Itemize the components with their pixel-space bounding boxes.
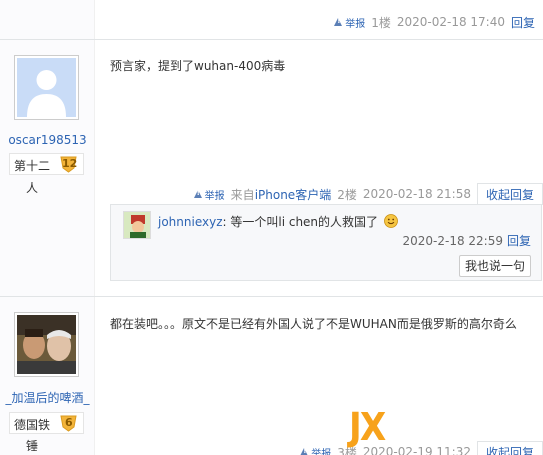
rank-title-overflow: 人 [26, 181, 39, 195]
add-comment-button[interactable]: 我也说一句 [459, 255, 531, 277]
collapse-replies-button[interactable]: 收起回复 [476, 183, 543, 205]
post-tail: 举报 1楼 2020-02-18 17:40 回复 [334, 13, 543, 31]
post-time: 2020-02-18 17:40 [396, 15, 505, 29]
subreply-meta: 2020-2-18 22:59 回复 [402, 232, 531, 249]
rank-title: 第十二 [14, 159, 51, 173]
floor-number: 1楼 [371, 15, 391, 30]
report-label: 举报 [311, 448, 332, 455]
client-link[interactable]: iPhone客户端 [255, 188, 332, 202]
report-label: 举报 [204, 190, 225, 202]
reply-link[interactable]: 回复 [511, 14, 543, 31]
rank-badge[interactable]: 第十二 12 [9, 153, 84, 175]
rank-title-overflow: 锤 [26, 439, 39, 453]
avatar[interactable] [14, 312, 79, 377]
post-time: 2020-02-18 21:58 [362, 187, 471, 201]
client-source: 来自iPhone客户端 [231, 186, 332, 203]
author-username[interactable]: oscar198513 [0, 133, 95, 147]
post-tail: 举报 3楼 2020-02-19 11:32 收起回复 [300, 441, 543, 455]
jx-watermark: JX [349, 405, 386, 449]
avatar[interactable] [14, 55, 79, 120]
warning-icon [300, 447, 309, 455]
report-label: 举报 [345, 18, 366, 30]
report-link[interactable]: 举报 [193, 187, 225, 202]
floor-number: 2楼 [337, 187, 357, 202]
post-content: 都在装吧。。。原文不是已经有外国人说了不是WUHAN而是俄罗斯的高尔奇么 [110, 317, 517, 331]
subreply-avatar[interactable] [123, 211, 151, 239]
subreply-text: johnniexyz: 等一个叫li chen的人救国了 [158, 213, 398, 231]
report-link[interactable]: 举报 [300, 445, 331, 455]
post-content: 预言家，提到了wuhan-400病毒 [110, 59, 286, 73]
post-tail: 举报 来自iPhone客户端 2楼 2020-02-18 21:58 收起回复 [193, 183, 543, 205]
smile-emoji-icon [383, 214, 398, 231]
photo-avatar-icon [17, 315, 76, 374]
subreply-reply-link[interactable]: 回复 [507, 234, 531, 248]
rank-title: 德国铁 [14, 418, 51, 432]
warning-icon [334, 17, 343, 27]
post-floor-1: 举报 1楼 2020-02-18 17:40 回复 [0, 0, 543, 40]
subreply-time: 2020-2-18 22:59 [402, 234, 503, 248]
subreply-content: : 等一个叫li chen的人救国了 [222, 215, 379, 229]
rank-badge[interactable]: 德国铁 6 [9, 412, 84, 434]
collapse-replies-button[interactable]: 收起回复 [476, 441, 543, 455]
level-number: 6 [65, 416, 73, 429]
cartoon-avatar-icon [124, 212, 150, 238]
client-prefix: 来自 [230, 187, 255, 202]
author-username[interactable]: _加温后的啤酒_ [0, 389, 95, 406]
subreply-box: johnniexyz: 等一个叫li chen的人救国了 2020-2-18 2… [110, 204, 542, 281]
level-number: 12 [62, 157, 78, 170]
warning-icon [193, 189, 203, 199]
default-avatar-icon [17, 58, 76, 117]
report-link[interactable]: 举报 [334, 15, 365, 30]
author-column [0, 0, 95, 40]
subreply-username[interactable]: johnniexyz [158, 215, 223, 229]
